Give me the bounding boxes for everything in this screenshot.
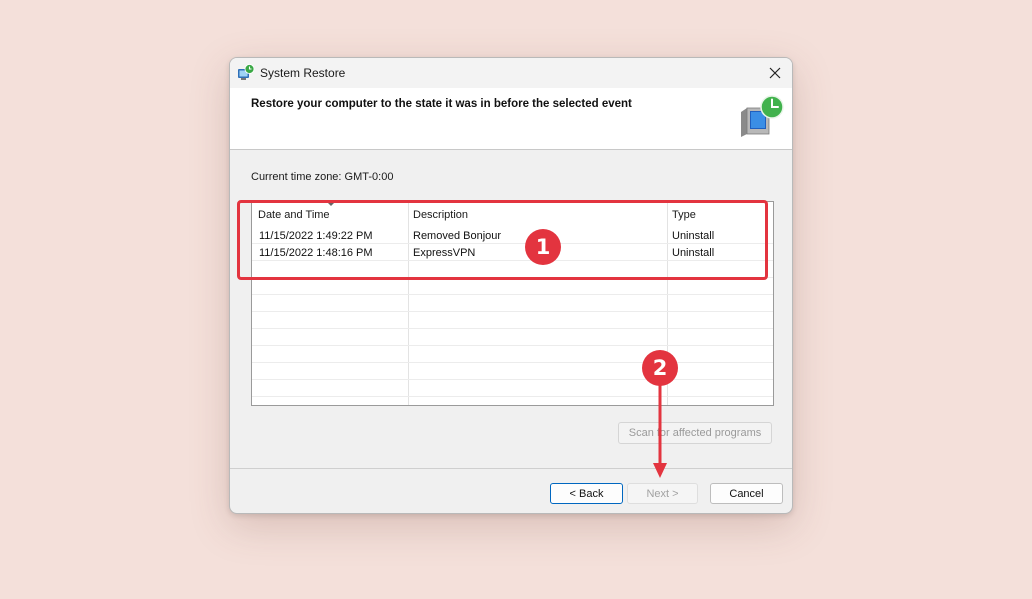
empty-row xyxy=(252,295,773,312)
next-button[interactable]: Next > xyxy=(627,483,698,504)
restore-points-highlight xyxy=(237,200,768,280)
system-restore-icon xyxy=(238,64,255,80)
footer-divider xyxy=(230,468,792,469)
empty-row xyxy=(252,278,773,295)
system-restore-icon xyxy=(741,95,784,137)
empty-row xyxy=(252,346,773,363)
system-restore-window: System Restore Restore your computer to … xyxy=(229,57,793,514)
back-button[interactable]: < Back xyxy=(550,483,623,504)
empty-row xyxy=(252,329,773,346)
title-bar: System Restore xyxy=(230,58,792,88)
close-icon xyxy=(769,67,781,79)
cancel-button[interactable]: Cancel xyxy=(710,483,783,504)
empty-row xyxy=(252,363,773,380)
empty-row xyxy=(252,380,773,397)
header-instruction: Restore your computer to the state it wa… xyxy=(251,98,632,110)
close-button[interactable] xyxy=(758,58,792,88)
timezone-label: Current time zone: GMT-0:00 xyxy=(251,171,394,183)
step-badge-2: 2 xyxy=(642,350,678,386)
scan-affected-programs-button[interactable]: Scan for affected programs xyxy=(618,422,772,444)
header-band: Restore your computer to the state it wa… xyxy=(230,88,792,150)
window-title: System Restore xyxy=(260,66,346,80)
empty-row xyxy=(252,312,773,329)
step-badge-1: 1 xyxy=(525,229,561,265)
